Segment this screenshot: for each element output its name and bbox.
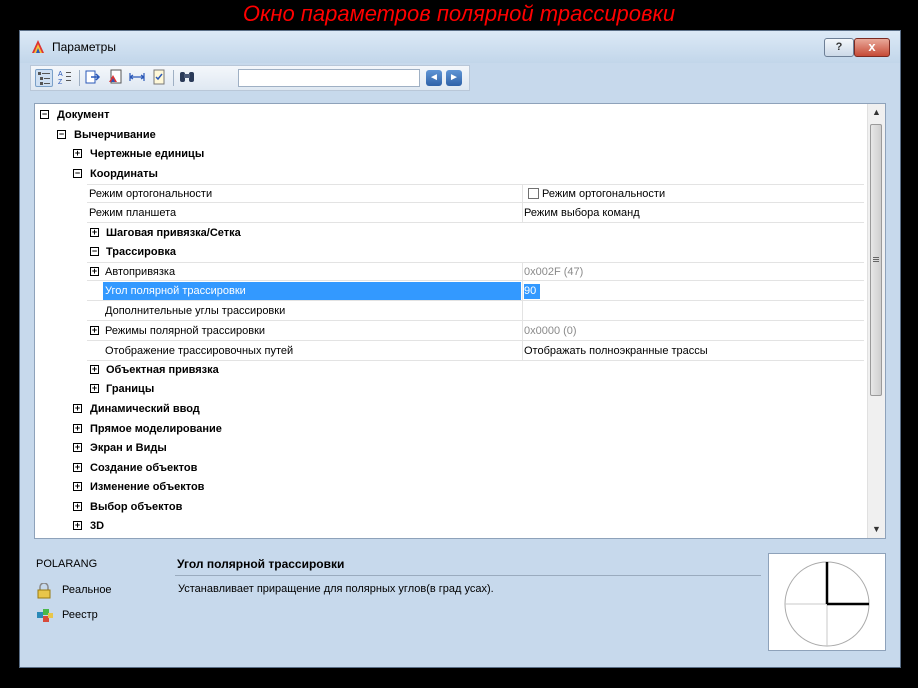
property-row-tablet[interactable]: Режим планшета Режим выбора команд bbox=[87, 204, 864, 223]
property-label: Отображение трассировочных путей bbox=[105, 345, 294, 357]
property-value: Отображать полноэкранные трассы bbox=[524, 345, 708, 357]
svg-text:Z: Z bbox=[58, 79, 63, 85]
tree-node-drafting[interactable]: Вычерчивание bbox=[74, 126, 156, 145]
ortho-checkbox[interactable] bbox=[528, 187, 539, 199]
collapse-icon[interactable]: − bbox=[90, 247, 99, 256]
registry-icon bbox=[37, 609, 53, 622]
expand-icon[interactable]: + bbox=[73, 404, 82, 413]
tree-node-snap-grid[interactable]: Шаговая привязка/Сетка bbox=[106, 224, 241, 243]
binoculars-icon[interactable] bbox=[179, 69, 197, 87]
collapse-icon[interactable]: − bbox=[73, 169, 82, 178]
tree-node-object-snap[interactable]: Объектная привязка bbox=[106, 361, 219, 380]
tree-node-object-creation[interactable]: Создание объектов bbox=[90, 459, 197, 478]
toolbar: AZ ◄ ► bbox=[30, 65, 470, 91]
window-title: Параметры bbox=[52, 40, 116, 54]
expand-icon[interactable]: + bbox=[73, 443, 82, 452]
property-row-polar-angle[interactable]: Угол полярной трассировки 90 bbox=[87, 282, 864, 301]
expand-icon[interactable]: + bbox=[73, 521, 82, 530]
property-row-polar-modes[interactable]: + Режимы полярной трассировки 0x0000 (0) bbox=[87, 322, 864, 341]
vertical-scrollbar[interactable]: ▲ ▼ bbox=[867, 104, 885, 538]
property-row-tracking-paths[interactable]: Отображение трассировочных путей Отображ… bbox=[87, 342, 864, 361]
property-label: Автопривязка bbox=[105, 266, 176, 278]
property-row-autosnap[interactable]: + Автопривязка 0x002F (47) bbox=[87, 262, 864, 281]
categorized-view-icon[interactable] bbox=[35, 69, 53, 87]
tree-node-dynamic-input[interactable]: Динамический ввод bbox=[90, 400, 200, 419]
scroll-up-arrow-icon[interactable]: ▲ bbox=[868, 104, 885, 121]
back-arrow-icon[interactable]: ◄ bbox=[426, 70, 442, 86]
expand-icon[interactable]: + bbox=[73, 424, 82, 433]
tree-node-document[interactable]: Документ bbox=[57, 106, 109, 125]
property-row-ortho[interactable]: Режим ортогональности Режим ортогонально… bbox=[87, 184, 864, 203]
app-icon bbox=[32, 40, 44, 53]
options-tree: − Документ − Вычерчивание + Чертежные ед… bbox=[34, 103, 886, 539]
expand-icon[interactable]: + bbox=[90, 365, 99, 374]
collapse-icon[interactable]: − bbox=[57, 130, 66, 139]
expand-icon[interactable]: + bbox=[90, 228, 99, 237]
expand-icon[interactable]: + bbox=[73, 482, 82, 491]
tree-node-3d[interactable]: 3D bbox=[90, 517, 104, 536]
polar-angle-preview bbox=[768, 553, 886, 651]
value-type: Реальное bbox=[36, 582, 112, 602]
checklist-icon[interactable] bbox=[151, 69, 169, 87]
expand-icon[interactable]: + bbox=[90, 384, 99, 393]
options-window: Параметры ? x AZ ◄ ► − Документ − Вычерч… bbox=[19, 30, 901, 668]
ortho-checkbox-label: Режим ортогональности bbox=[542, 188, 666, 200]
expand-icon[interactable]: + bbox=[73, 463, 82, 472]
property-label: Угол полярной трассировки bbox=[105, 285, 246, 297]
description-text: Устанавливает приращение для полярных уг… bbox=[178, 583, 494, 595]
property-label: Режимы полярной трассировки bbox=[105, 325, 266, 337]
scrollbar-thumb[interactable] bbox=[870, 124, 882, 396]
caption: Окно параметров полярной трассировки bbox=[242, 1, 676, 26]
storage-location-label: Реестр bbox=[62, 609, 98, 621]
property-label: Дополнительные углы трассировки bbox=[105, 305, 286, 317]
column-divider bbox=[522, 184, 523, 223]
property-value: Режим выбора команд bbox=[524, 207, 640, 219]
property-value: Режим ортогональности bbox=[528, 185, 665, 204]
toolbar-separator bbox=[79, 70, 80, 86]
collapse-icon[interactable]: − bbox=[40, 110, 49, 119]
tree-node-screen-views[interactable]: Экран и Виды bbox=[90, 439, 167, 458]
description-title: Угол полярной трассировки bbox=[177, 557, 345, 571]
storage-location: Реестр bbox=[36, 608, 98, 627]
expand-icon[interactable]: + bbox=[73, 502, 82, 511]
close-button[interactable]: x bbox=[854, 38, 890, 57]
show-changed-icon[interactable] bbox=[107, 69, 125, 87]
property-row-additional-angles[interactable]: Дополнительные углы трассировки bbox=[87, 302, 864, 321]
tree-node-drawing-units[interactable]: Чертежные единицы bbox=[90, 145, 204, 164]
toolbar-separator bbox=[173, 70, 174, 86]
property-label: Режим планшета bbox=[89, 207, 177, 219]
tree-node-limits[interactable]: Границы bbox=[106, 380, 154, 399]
expand-icon[interactable]: + bbox=[90, 267, 99, 276]
export-icon[interactable] bbox=[85, 69, 103, 87]
tree-node-object-selection[interactable]: Выбор объектов bbox=[90, 498, 182, 517]
polar-angle-input[interactable]: 90 bbox=[524, 284, 540, 299]
tree-node-object-modification[interactable]: Изменение объектов bbox=[90, 478, 204, 497]
property-value: 0x0000 (0) bbox=[524, 325, 577, 337]
search-input[interactable] bbox=[238, 69, 420, 87]
value-type-label: Реальное bbox=[62, 584, 112, 596]
tree-node-direct-modeling[interactable]: Прямое моделирование bbox=[90, 420, 222, 439]
alphabetical-view-icon[interactable]: AZ bbox=[57, 69, 75, 87]
lock-icon bbox=[37, 582, 51, 599]
forward-arrow-icon[interactable]: ► bbox=[446, 70, 462, 86]
title-bar[interactable]: Параметры ? x bbox=[20, 31, 900, 63]
description-divider bbox=[175, 575, 761, 576]
column-divider bbox=[522, 262, 523, 361]
property-value: 0x002F (47) bbox=[524, 266, 584, 278]
dimension-icon[interactable] bbox=[129, 69, 147, 87]
tree-node-tracking[interactable]: Трассировка bbox=[106, 243, 176, 262]
expand-icon[interactable]: + bbox=[90, 326, 99, 335]
polar-angle-diagram bbox=[784, 561, 870, 647]
system-variable-name: POLARANG bbox=[36, 558, 98, 570]
svg-text:A: A bbox=[58, 71, 63, 78]
property-label: Режим ортогональности bbox=[89, 188, 213, 200]
help-button[interactable]: ? bbox=[824, 38, 854, 57]
scroll-down-arrow-icon[interactable]: ▼ bbox=[868, 521, 885, 538]
tree-node-coordinates[interactable]: Координаты bbox=[90, 165, 158, 184]
description-area: POLARANG Реальное Реестр Угол полярной т… bbox=[20, 541, 900, 669]
expand-icon[interactable]: + bbox=[73, 149, 82, 158]
